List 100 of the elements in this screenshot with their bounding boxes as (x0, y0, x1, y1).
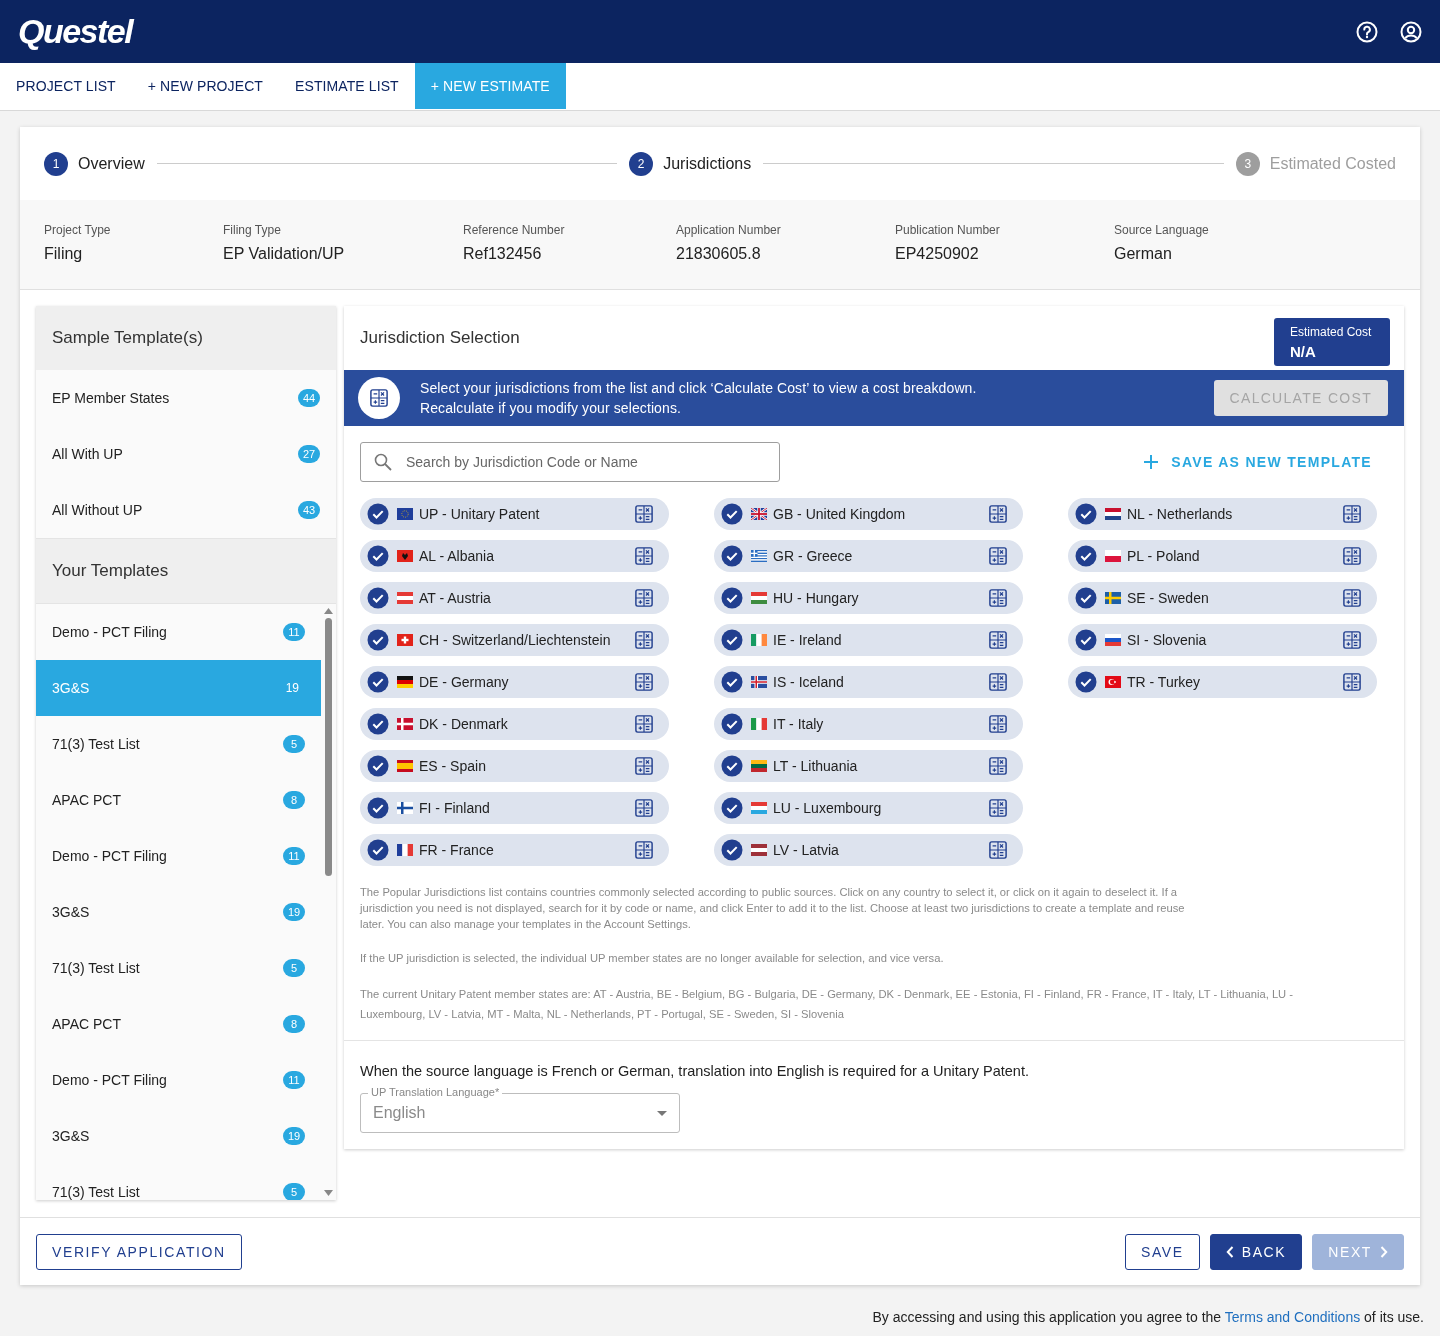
flag-icon (1105, 592, 1121, 604)
template-item[interactable]: EP Member States 44 (36, 370, 336, 426)
template-name: All With UP (52, 446, 123, 462)
scrollbar-thumb[interactable] (325, 618, 332, 876)
calculator-icon (1343, 547, 1361, 565)
calculator-icon (635, 673, 653, 691)
template-name: APAC PCT (52, 1016, 121, 1032)
logo[interactable]: Questel (18, 12, 133, 51)
caret-icon (657, 1110, 667, 1116)
field-value: EP Validation/UP (223, 245, 346, 263)
calculator-icon (989, 673, 1007, 691)
jurisdiction-chip[interactable]: IS - Iceland (714, 666, 1023, 698)
step-number: 1 (44, 151, 68, 176)
jurisdiction-chip[interactable]: IT - Italy (714, 708, 1023, 740)
template-item[interactable]: All With UP 27 (36, 426, 336, 482)
search-icon (374, 453, 392, 471)
template-name: All Without UP (52, 502, 143, 518)
jurisdiction-name: DK - Denmark (419, 716, 509, 732)
back-button[interactable]: BACK (1209, 1234, 1303, 1270)
nav-tab[interactable]: ESTIMATE LIST (279, 63, 415, 109)
jurisdiction-chip[interactable]: ES - Spain (360, 750, 669, 782)
jurisdiction-chip[interactable]: PL - Poland (1068, 540, 1377, 572)
jurisdiction-name: GR - Greece (773, 548, 854, 564)
jurisdiction-name: SE - Sweden (1127, 590, 1210, 606)
jurisdiction-chip[interactable]: DE - Germany (360, 666, 669, 698)
jurisdiction-chip[interactable]: AL - Albania (360, 540, 669, 572)
template-item[interactable]: All Without UP 43 (36, 482, 336, 538)
section-title: Your Templates (36, 539, 336, 603)
jurisdiction-name: DE - Germany (419, 674, 510, 690)
jurisdiction-chip[interactable]: IE - Ireland (714, 624, 1023, 656)
field-value: EP4250902 (895, 245, 980, 263)
jurisdiction-chip[interactable]: GR - Greece (714, 540, 1023, 572)
jurisdiction-chip[interactable]: FR - France (360, 834, 669, 866)
count-badge: 5 (283, 1183, 305, 1200)
template-name: 71(3) Test List (52, 1184, 140, 1200)
field-value: Filing (44, 245, 84, 263)
template-item[interactable]: 71(3) Test List 5 (36, 1164, 321, 1200)
cost-label: Estimated Cost (1290, 325, 1373, 339)
jurisdiction-chip[interactable]: AT - Austria (360, 582, 669, 614)
count-badge: 19 (283, 903, 305, 921)
help-text: If the UP jurisdiction is selected, the individual UP member states are no longer available for selection, and vice versa. (360, 951, 945, 966)
flag-icon (1105, 508, 1121, 520)
field-label: Application Number (676, 223, 782, 237)
translation-notice: When the source language is French or German, translation into English is required for a Unitary Patent. (360, 1063, 1030, 1079)
account-icon[interactable] (1400, 20, 1422, 43)
flag-icon (751, 550, 767, 562)
calculator-icon (635, 715, 653, 733)
count-badge: 27 (298, 445, 320, 463)
step-label: Jurisdictions (663, 154, 752, 173)
step-label: Estimated Costed (1269, 154, 1396, 173)
calculator-icon (989, 757, 1007, 775)
jurisdiction-chip[interactable]: TR - Turkey (1068, 666, 1377, 698)
scroll-up-icon[interactable] (324, 608, 333, 614)
search-field[interactable]: Search by Jurisdiction Code or Name (360, 442, 780, 482)
jurisdiction-name: SI - Slovenia (1127, 632, 1208, 648)
flag-icon (1105, 634, 1121, 646)
field-label: Filing Type (223, 223, 282, 237)
field-label: Project Type (44, 223, 112, 237)
field-label: Reference Number (463, 223, 566, 237)
terms-link[interactable]: Terms and Conditions (1224, 1309, 1361, 1325)
verify-application-button[interactable]: VERIFY APPLICATION (36, 1234, 242, 1270)
flag-icon (751, 802, 767, 814)
help-icon[interactable] (1356, 20, 1378, 43)
jurisdiction-name: LV - Latvia (773, 842, 840, 858)
jurisdiction-name: HU - Hungary (773, 590, 860, 606)
jurisdiction-chip[interactable]: LT - Lithuania (714, 750, 1023, 782)
jurisdiction-chip[interactable]: LU - Luxembourg (714, 792, 1023, 824)
jurisdiction-chip[interactable]: LV - Latvia (714, 834, 1023, 866)
jurisdiction-chip[interactable]: HU - Hungary (714, 582, 1023, 614)
jurisdiction-chip[interactable]: FI - Finland (360, 792, 669, 824)
jurisdiction-chip[interactable]: CH - Switzerland/Liechtenstein (360, 624, 669, 656)
panel-title: Jurisdiction Selection (360, 328, 520, 348)
template-name: EP Member States (52, 390, 170, 406)
jurisdiction-chip[interactable]: GB - United Kingdom (714, 498, 1023, 530)
nav-tab[interactable]: + NEW PROJECT (131, 63, 279, 109)
flag-icon (751, 592, 767, 604)
jurisdiction-chip[interactable]: SI - Slovenia (1068, 624, 1377, 656)
flag-icon (751, 844, 767, 856)
save-button[interactable]: SAVE (1125, 1234, 1200, 1270)
field-label: Source Language (1114, 223, 1210, 237)
flag-icon (397, 676, 413, 688)
field-value: German (1114, 245, 1173, 263)
flag-icon (397, 718, 413, 730)
scroll-down-icon[interactable] (324, 1190, 333, 1196)
chevron-left-icon (1225, 1246, 1234, 1258)
calculator-icon (635, 841, 653, 859)
flag-icon (1105, 676, 1121, 688)
jurisdiction-name: CH - Switzerland/Liechtenstein (419, 632, 612, 648)
count-badge: 43 (298, 501, 320, 519)
calculator-icon (635, 757, 653, 775)
jurisdiction-name: LT - Lithuania (773, 758, 859, 774)
jurisdiction-chip[interactable]: UP - Unitary Patent (360, 498, 669, 530)
jurisdiction-chip[interactable]: DK - Denmark (360, 708, 669, 740)
template-name: Demo - PCT Filing (52, 624, 167, 640)
nav-tab[interactable]: PROJECT LIST (0, 63, 132, 109)
jurisdiction-chip[interactable]: NL - Netherlands (1068, 498, 1377, 530)
jurisdiction-chip[interactable]: SE - Sweden (1068, 582, 1377, 614)
help-text: The Popular Jurisdictions list contains countries commonly selected according to public sources. Click on any country to select it, or click on it again to deselect it. If a jurisdiction you need is not displayed, search for it by code or name, and click Enter to add it to the list. Choose at least two jurisdictions to create a template and reuse later. You can also manage your templates in the Account Settings. (360, 885, 1186, 932)
count-badge: 5 (283, 959, 305, 977)
item-count: 19 (285, 681, 300, 695)
